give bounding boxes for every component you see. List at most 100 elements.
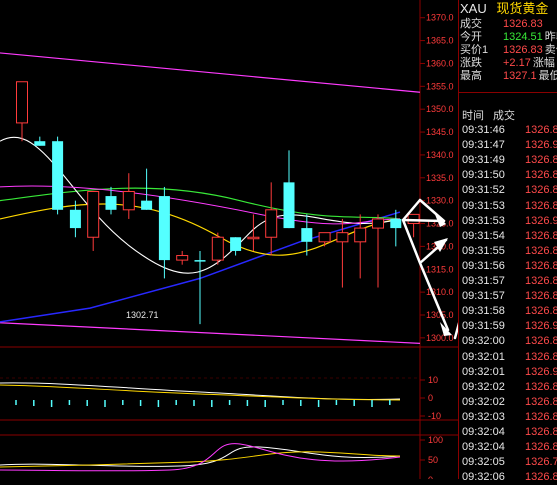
- trade-row[interactable]: 09:31:57 1326.8: [459, 274, 557, 289]
- macd-tick-label: -10: [428, 411, 441, 421]
- trade-row[interactable]: 09:32:01 1326.8: [459, 350, 557, 365]
- trade-price: 1326.7: [525, 456, 557, 469]
- trade-time: 09:32:05: [462, 456, 505, 469]
- trade-row[interactable]: 09:31:58 1326.8: [459, 304, 557, 319]
- price-tick-label: 1360.0: [426, 58, 454, 68]
- trade-price: 1326.8: [525, 305, 557, 318]
- quote-row-high: 最高 1327.1 最低: [460, 70, 557, 82]
- candle-body-up: [176, 255, 189, 261]
- price-tick-label: 1350.0: [426, 104, 454, 114]
- trade-price: 1326.8: [525, 380, 557, 393]
- trade-time: 09:31:49: [462, 154, 505, 167]
- trade-price: 1326.8: [525, 169, 557, 182]
- col-time: 时间: [462, 110, 484, 122]
- trade-time: 09:32:03: [462, 410, 505, 423]
- candle-body-up: [372, 218, 384, 229]
- price-tick-label: 1340.0: [426, 150, 454, 160]
- trade-price: 1326.9: [525, 365, 557, 378]
- candle-body-up: [87, 191, 100, 238]
- trade-time: 09:31:55: [462, 244, 505, 257]
- trade-price: 1326.8: [525, 441, 557, 454]
- quote-row-bid: 买价11326.83卖价: [460, 44, 557, 56]
- candle-body-down: [34, 141, 46, 146]
- trade-time: 09:32:02: [462, 395, 505, 408]
- candle-body-down: [230, 237, 242, 251]
- trade-price: 1326.8: [525, 259, 557, 272]
- trade-row[interactable]: 09:32:01 1326.9: [459, 365, 557, 380]
- candle-body-down: [283, 182, 295, 229]
- trade-price: 1326.8: [525, 229, 557, 242]
- trade-time: 09:31:50: [462, 169, 505, 182]
- trade-time: 09:32:00: [462, 335, 505, 348]
- symbol-name: 现货黄金: [496, 1, 549, 16]
- trade-row[interactable]: 09:32:04 1326.8: [459, 440, 557, 455]
- trade-row[interactable]: 09:31:46 1326.8: [459, 123, 557, 138]
- candle-body-up: [336, 232, 349, 243]
- support-line: [0, 322, 421, 344]
- trade-row[interactable]: 09:31:47 1326.9: [459, 138, 557, 153]
- kdj-tick-label: 50: [428, 455, 438, 465]
- kdj-j: [0, 443, 401, 472]
- macd-tick-label: 0: [428, 393, 433, 403]
- trade-time: 09:31:53: [462, 214, 505, 227]
- candle-body-up: [247, 236, 260, 240]
- trade-price: 1326.8: [525, 199, 557, 212]
- trade-row[interactable]: 09:31:53 1326.9: [459, 214, 557, 229]
- trade-row[interactable]: 09:32:06 1326.8: [459, 470, 557, 485]
- trade-time: 09:31:53: [462, 199, 505, 212]
- trade-row[interactable]: 09:31:49 1326.8: [459, 153, 557, 168]
- trade-row[interactable]: 09:31:54 1326.8: [459, 229, 557, 244]
- trade-row[interactable]: 09:32:04 1326.8: [459, 425, 557, 440]
- trade-time: 09:31:47: [462, 139, 505, 152]
- price-tick-label: 1370.0: [426, 13, 454, 23]
- candle-body-down: [141, 200, 153, 210]
- trade-row[interactable]: 09:32:02 1326.8: [459, 380, 557, 395]
- trade-price: 1326.8: [525, 426, 557, 438]
- kdj-tick-label: 0: [428, 475, 433, 479]
- trade-row[interactable]: 09:32:00 1326.8: [459, 334, 557, 349]
- trade-row[interactable]: 09:31:57 1326.8: [459, 289, 557, 304]
- trade-row[interactable]: 09:31:53 1326.8: [459, 199, 557, 214]
- quote-panel: XAU 现货黄金 成交1326.83 今开1324.51昨收 买价11326.8…: [458, 0, 557, 483]
- candle-body-up: [16, 81, 28, 124]
- trade-row[interactable]: 09:32:02 1326.8: [459, 395, 557, 410]
- trade-row[interactable]: 09:31:50 1326.8: [459, 168, 557, 183]
- macd-tick-label: 10: [428, 375, 438, 385]
- candle-body-down: [52, 141, 64, 210]
- trade-price: 1326.8: [525, 395, 557, 408]
- trade-price: 1326.8: [525, 290, 557, 303]
- trade-price: 1326.8: [525, 275, 557, 287]
- trade-time: 09:32:04: [462, 426, 505, 438]
- trade-price: 1326.9: [525, 139, 557, 152]
- trade-time: 09:31:59: [462, 320, 505, 333]
- low-price-annotation: 1302.71: [126, 310, 159, 320]
- price-tick-label: 1335.0: [426, 173, 454, 183]
- macd-dif: [0, 382, 401, 400]
- quote-row-open: 今开1324.51昨收: [460, 31, 557, 43]
- trade-price: 1326.9: [525, 320, 557, 333]
- trade-row[interactable]: 09:32:03 1326.8: [459, 410, 557, 425]
- trade-time: 09:32:01: [462, 350, 505, 363]
- trade-time: 09:31:54: [462, 229, 505, 242]
- trade-time: 09:31:57: [462, 275, 505, 287]
- candle-body-down: [301, 228, 313, 242]
- candle-body-up: [318, 232, 331, 243]
- trade-price: 1326.8: [525, 471, 557, 484]
- candle-body-up: [265, 209, 278, 238]
- kdj-tick-label: 100: [428, 435, 443, 445]
- trade-price: 1326.8: [525, 154, 557, 167]
- price-tick-label: 1315.0: [426, 264, 454, 274]
- resistance-line: [0, 52, 421, 93]
- trade-time: 09:31:57: [462, 290, 505, 303]
- trade-time: 09:32:04: [462, 441, 505, 454]
- trade-row[interactable]: 09:31:56 1326.8: [459, 259, 557, 274]
- trade-row[interactable]: 09:31:59 1326.9: [459, 319, 557, 334]
- candle-body-down: [194, 260, 206, 262]
- candlestick-chart[interactable]: 1370.0 1365.0 1360.0 1355.0 1350.0 1345.0 1340…: [0, 0, 458, 479]
- trade-row[interactable]: 09:32:05 1326.7: [459, 455, 557, 470]
- candle-body-down: [69, 209, 81, 229]
- trade-row[interactable]: 09:31:52 1326.8: [459, 183, 557, 198]
- trade-row[interactable]: 09:31:55 1326.8: [459, 244, 557, 259]
- trade-time: 09:32:02: [462, 380, 505, 393]
- price-tick-label: 1355.0: [426, 81, 454, 91]
